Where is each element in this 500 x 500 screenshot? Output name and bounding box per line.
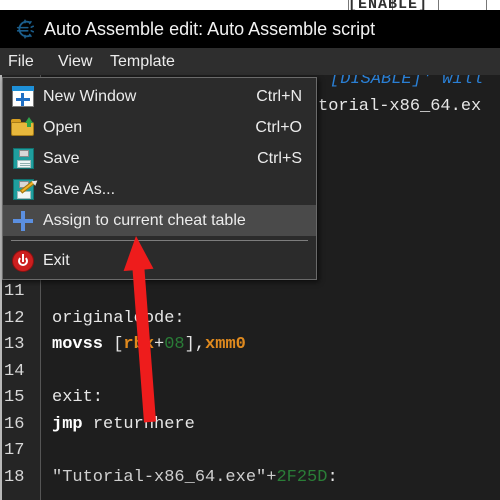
menu-item-assign-label: Assign to current cheat table bbox=[43, 211, 246, 229]
menu-item-exit-label: Exit bbox=[43, 251, 70, 269]
code-token: rbx bbox=[123, 335, 155, 354]
menu-item-open-label: Open bbox=[43, 118, 83, 136]
menu-item-new-window-accel: Ctrl+N bbox=[256, 87, 302, 105]
line-number: 17 bbox=[4, 441, 25, 460]
line-number: 12 bbox=[4, 308, 25, 328]
menu-item-new-window-label: New Window bbox=[43, 87, 137, 105]
code-token: [ bbox=[113, 335, 124, 354]
menu-separator bbox=[11, 240, 308, 241]
menu-view[interactable]: View bbox=[52, 48, 98, 75]
save-as-floppy-pencil-icon bbox=[3, 174, 43, 205]
line-number: 16 bbox=[4, 414, 25, 434]
plus-icon bbox=[3, 205, 43, 236]
menu-template[interactable]: Template bbox=[104, 48, 181, 75]
code-token: returnhere bbox=[92, 414, 195, 434]
menu-bar: File View Template bbox=[0, 48, 500, 75]
line-number: 14 bbox=[4, 361, 25, 381]
new-window-icon bbox=[3, 81, 43, 112]
line-number: 13 bbox=[4, 335, 25, 354]
menu-item-save[interactable]: Save Ctrl+S bbox=[3, 143, 316, 174]
menu-item-save-label: Save bbox=[43, 149, 80, 167]
cheat-engine-logo-icon bbox=[16, 19, 35, 39]
code-line[interactable]: 14 bbox=[0, 359, 500, 386]
menu-item-exit[interactable]: Exit bbox=[3, 245, 316, 276]
code-line[interactable]: 12 originalcode: bbox=[0, 306, 500, 333]
line-number: 18 bbox=[4, 467, 25, 487]
code-token: xmm0 bbox=[205, 335, 246, 354]
window-title: Auto Assemble edit: Auto Assemble script bbox=[44, 19, 376, 39]
menu-item-open-accel: Ctrl+O bbox=[255, 118, 302, 136]
code-line[interactable]: 15 exit: bbox=[0, 385, 500, 412]
save-floppy-icon bbox=[3, 143, 43, 174]
window-titlebar: Auto Assemble edit: Auto Assemble script bbox=[0, 10, 500, 48]
code-token: "Tutorial-x86_64.exe"+ bbox=[52, 467, 277, 487]
menu-item-assign-to-current-cheat-table[interactable]: Assign to current cheat table bbox=[3, 205, 316, 236]
power-exit-icon bbox=[3, 245, 43, 276]
code-line[interactable]: 17 bbox=[0, 438, 500, 465]
menu-item-save-as-label: Save As... bbox=[43, 180, 116, 198]
code-token: : bbox=[327, 467, 338, 487]
menu-file[interactable]: File bbox=[2, 48, 40, 75]
code-line[interactable]: 16 jmp returnhere bbox=[0, 412, 500, 439]
auto-assemble-window: Auto Assemble edit: Auto Assemble script… bbox=[0, 10, 500, 75]
code-token: 2F25D bbox=[276, 467, 328, 487]
menu-item-open[interactable]: Open Ctrl+O bbox=[3, 112, 316, 143]
menu-item-new-window[interactable]: New Window Ctrl+N bbox=[3, 81, 316, 112]
code-text: exit: bbox=[52, 385, 103, 412]
code-token: + bbox=[154, 335, 165, 354]
code-text: movss [rbx+08],xmm0 bbox=[52, 332, 246, 359]
code-token: torial-x86_64.ex bbox=[318, 96, 482, 116]
open-folder-icon bbox=[3, 112, 43, 143]
code-token: movss bbox=[52, 335, 114, 354]
screenshot-root: [ENABLE] [DISABLE]' will torial-x86_64.ex… bbox=[0, 0, 500, 500]
file-dropdown-menu[interactable]: New Window Ctrl+N Open Ctrl+O Save Ctrl+… bbox=[2, 77, 317, 280]
line-number: 15 bbox=[4, 388, 25, 407]
code-text: "Tutorial-x86_64.exe"+2F25D: bbox=[52, 465, 338, 492]
code-token: ], bbox=[184, 335, 206, 354]
code-text: originalcode: bbox=[52, 306, 185, 333]
line-number: 11 bbox=[4, 282, 25, 301]
code-token: exit: bbox=[52, 388, 104, 407]
code-line[interactable]: 18 "Tutorial-x86_64.exe"+2F25D: bbox=[0, 465, 500, 492]
code-line[interactable]: 11 bbox=[0, 279, 500, 306]
code-token: originalcode: bbox=[52, 308, 185, 328]
code-token: jmp bbox=[52, 414, 93, 434]
code-text: torial-x86_64.ex bbox=[318, 94, 481, 121]
code-line[interactable]: 13 movss [rbx+08],xmm0 bbox=[0, 332, 500, 359]
code-token: 08 bbox=[164, 335, 185, 354]
menu-item-save-as[interactable]: Save As... bbox=[3, 174, 316, 205]
menu-item-save-accel: Ctrl+S bbox=[257, 149, 302, 167]
code-text: jmp returnhere bbox=[52, 412, 195, 439]
